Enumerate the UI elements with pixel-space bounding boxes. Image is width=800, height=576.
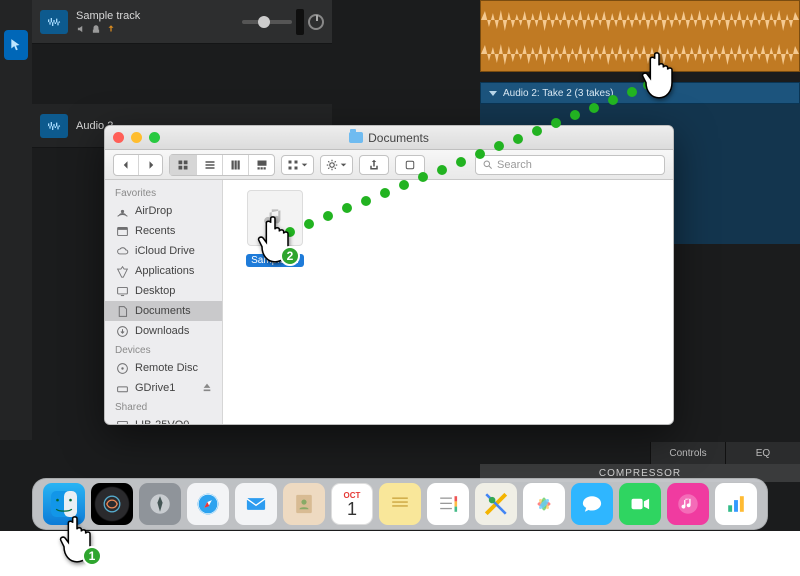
dock-mail[interactable]: [235, 483, 277, 525]
waveform-bottom: [481, 41, 799, 67]
take-folder-label: Audio 2: Take 2 (3 takes): [503, 88, 613, 99]
file-item[interactable]: Sample t...: [237, 190, 313, 268]
dock-launchpad[interactable]: [139, 483, 181, 525]
finder-content[interactable]: Sample t...: [223, 180, 673, 424]
audio-file-icon: [247, 190, 303, 246]
titlebar[interactable]: Documents: [105, 126, 673, 150]
window-title-text: Documents: [368, 131, 429, 145]
folder-icon: [349, 132, 363, 143]
search-placeholder: Search: [497, 159, 532, 171]
dock-calendar[interactable]: OCT 1: [331, 483, 373, 525]
gallery-view-button[interactable]: [248, 155, 274, 175]
dock-facetime[interactable]: [619, 483, 661, 525]
sidebar-item-downloads[interactable]: Downloads: [105, 321, 222, 341]
calendar-day: 1: [347, 500, 357, 518]
dock-notes[interactable]: [379, 483, 421, 525]
dock-safari[interactable]: [187, 483, 229, 525]
track-row[interactable]: Sample track: [32, 0, 332, 44]
sidebar-header-favorites: Favorites: [105, 184, 222, 201]
level-meter: [296, 9, 304, 35]
arrange-menu[interactable]: [281, 155, 314, 175]
dock-numbers[interactable]: [715, 483, 757, 525]
tab-eq[interactable]: EQ: [725, 442, 800, 464]
take-folder-header[interactable]: Audio 2: Take 2 (3 takes): [480, 82, 800, 104]
column-view-button[interactable]: [222, 155, 248, 175]
minimize-button[interactable]: [131, 132, 142, 143]
forward-button[interactable]: [138, 155, 162, 175]
list-view-button[interactable]: [196, 155, 222, 175]
eject-icon[interactable]: [202, 382, 212, 395]
dock-itunes[interactable]: [667, 483, 709, 525]
track-controls[interactable]: [242, 9, 324, 35]
sidebar-item-airdrop[interactable]: AirDrop: [105, 201, 222, 221]
finder-window[interactable]: Documents Search Favorites AirDrop Recen…: [104, 125, 674, 425]
window-controls: [113, 132, 160, 143]
tags-button[interactable]: [395, 155, 425, 175]
waveform-icon: [40, 10, 68, 34]
track-monitor-icons: [76, 24, 242, 34]
sidebar-item-desktop[interactable]: Desktop: [105, 281, 222, 301]
sidebar-item-documents[interactable]: Documents: [105, 301, 222, 321]
waveform-icon: [40, 114, 68, 138]
action-menu[interactable]: [320, 155, 353, 175]
finder-sidebar: Favorites AirDrop Recents iCloud Drive A…: [105, 180, 223, 424]
window-title: Documents: [349, 131, 429, 145]
nav-buttons: [113, 154, 163, 176]
sidebar-header-devices: Devices: [105, 341, 222, 358]
icon-view-button[interactable]: [170, 155, 196, 175]
dock-messages[interactable]: [571, 483, 613, 525]
pointer-tool[interactable]: [4, 30, 28, 60]
dock-reminders[interactable]: [427, 483, 469, 525]
maximize-button[interactable]: [149, 132, 160, 143]
bottom-tabs: Controls EQ: [650, 442, 800, 464]
disclosure-triangle-icon[interactable]: [489, 91, 497, 96]
search-input[interactable]: Search: [475, 155, 665, 175]
sidebar-item-gdrive[interactable]: GDrive1: [105, 378, 222, 398]
tool-strip: [0, 0, 32, 440]
search-icon: [482, 159, 493, 170]
tab-controls[interactable]: Controls: [650, 442, 725, 464]
sidebar-item-applications[interactable]: Applications: [105, 261, 222, 281]
back-button[interactable]: [114, 155, 138, 175]
file-name: Sample t...: [246, 254, 304, 267]
dock-photos[interactable]: [523, 483, 565, 525]
dock-finder[interactable]: [43, 483, 85, 525]
sidebar-item-remote-disc[interactable]: Remote Disc: [105, 358, 222, 378]
sidebar-header-shared: Shared: [105, 398, 222, 415]
view-switcher: [169, 154, 275, 176]
close-button[interactable]: [113, 132, 124, 143]
dock-siri[interactable]: [91, 483, 133, 525]
sidebar-item-shared-computer[interactable]: LIB-25VQ0...: [105, 415, 222, 424]
dock-contacts[interactable]: [283, 483, 325, 525]
waveform-top: [481, 7, 799, 33]
share-button[interactable]: [359, 155, 389, 175]
sidebar-item-icloud[interactable]: iCloud Drive: [105, 241, 222, 261]
dock-maps[interactable]: [475, 483, 517, 525]
sidebar-item-recents[interactable]: Recents: [105, 221, 222, 241]
finder-toolbar: Search: [105, 150, 673, 180]
dock: OCT 1: [0, 478, 800, 536]
audio-region[interactable]: [480, 0, 800, 72]
volume-slider[interactable]: [242, 20, 292, 24]
pan-knob[interactable]: [308, 14, 324, 30]
track-name: Sample track: [76, 10, 242, 22]
